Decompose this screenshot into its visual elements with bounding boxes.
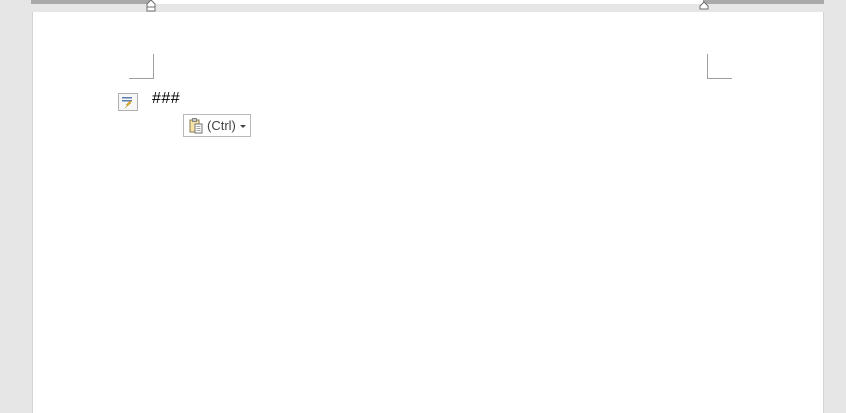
document-body-text[interactable]: ###	[152, 90, 180, 108]
paste-options-button[interactable]: (Ctrl)	[183, 114, 251, 137]
autocorrect-options-button[interactable]	[118, 93, 138, 111]
ruler-text-area	[151, 0, 704, 4]
right-indent-marker-icon[interactable]	[699, 0, 709, 12]
autocorrect-lightning-icon	[122, 97, 133, 108]
top-right-margin-marker	[707, 54, 732, 79]
paste-options-label: (Ctrl)	[207, 118, 236, 133]
document-page[interactable]: ### (Ctrl)	[32, 12, 824, 413]
top-left-margin-marker	[129, 54, 154, 79]
document-workspace: ### (Ctrl)	[0, 0, 846, 413]
clipboard-paste-icon	[189, 117, 203, 133]
left-indent-marker-icon[interactable]	[146, 0, 156, 12]
chevron-down-icon	[239, 124, 246, 128]
